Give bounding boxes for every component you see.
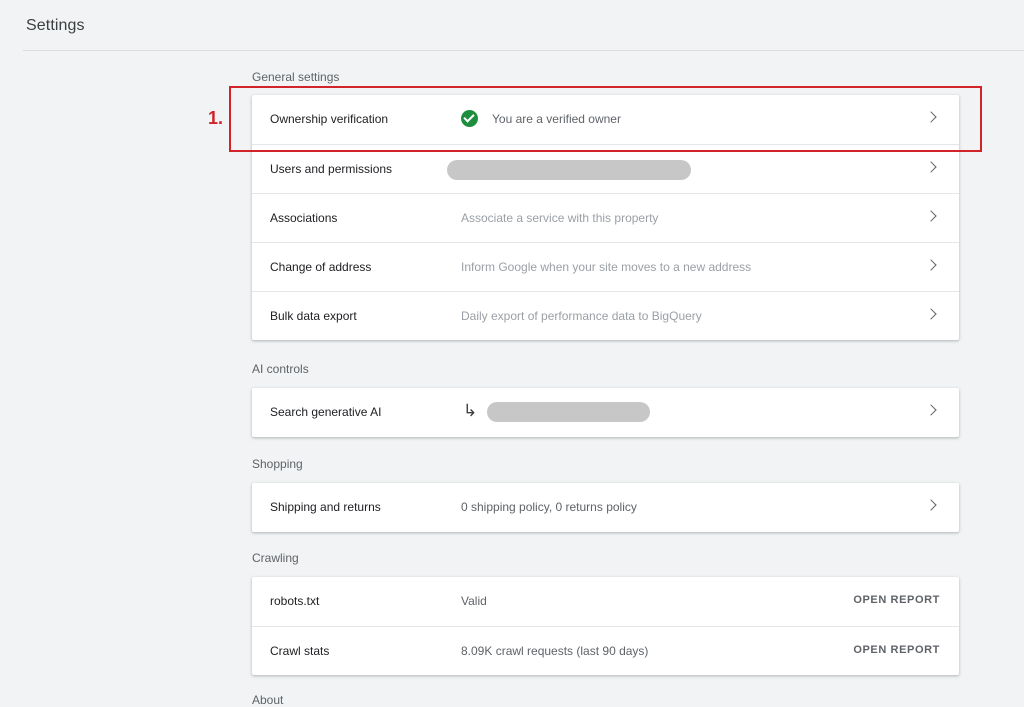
chevron-right-icon[interactable] (925, 161, 937, 173)
chevron-right-icon[interactable] (925, 499, 937, 511)
row-bulk-data-export[interactable]: Bulk data export Daily export of perform… (252, 291, 959, 340)
open-report-button[interactable]: OPEN REPORT (853, 644, 940, 656)
row-description: Associate a service with this property (461, 211, 659, 225)
page-title: Settings (26, 17, 85, 34)
subdirectory-arrow-icon: ↳ (463, 401, 478, 421)
row-crawl-stats: Crawl stats 8.09K crawl requests (last 9… (252, 626, 959, 675)
row-label: robots.txt (270, 594, 320, 608)
section-title-shopping: Shopping (252, 457, 303, 471)
row-label: Crawl stats (270, 644, 330, 658)
ai-controls-card: Search generative AI ↳ (252, 388, 959, 437)
page-header: Settings (0, 0, 1024, 50)
row-description: 0 shipping policy, 0 returns policy (461, 500, 637, 514)
row-change-of-address[interactable]: Change of address Inform Google when you… (252, 242, 959, 291)
row-description: Valid (461, 594, 487, 608)
row-label: Bulk data export (270, 309, 357, 323)
redacted-users-list (447, 160, 691, 180)
section-title-crawling: Crawling (252, 551, 299, 565)
chevron-right-icon[interactable] (925, 308, 937, 320)
redacted-ai-value (487, 402, 650, 422)
header-divider (23, 50, 1024, 51)
annotation-step-label: 1. (208, 108, 224, 128)
chevron-right-icon[interactable] (925, 210, 937, 222)
row-label: Search generative AI (270, 405, 382, 419)
row-description: 8.09K crawl requests (last 90 days) (461, 644, 649, 658)
row-description: Daily export of performance data to BigQ… (461, 309, 702, 323)
row-label: Associations (270, 211, 338, 225)
shopping-card: Shipping and returns 0 shipping policy, … (252, 483, 959, 532)
chevron-right-icon[interactable] (925, 404, 937, 416)
row-search-generative-ai[interactable]: Search generative AI ↳ (252, 388, 959, 437)
row-robots-txt: robots.txt Valid OPEN REPORT (252, 577, 959, 626)
chevron-right-icon[interactable] (925, 259, 937, 271)
section-title-ai-controls: AI controls (252, 362, 309, 376)
section-title-general: General settings (252, 70, 340, 84)
row-associations[interactable]: Associations Associate a service with th… (252, 193, 959, 242)
row-label: Shipping and returns (270, 500, 381, 514)
annotation-highlight-box (229, 86, 982, 152)
row-label: Users and permissions (270, 162, 393, 176)
open-report-button[interactable]: OPEN REPORT (853, 594, 940, 606)
crawling-card: robots.txt Valid OPEN REPORT Crawl stats… (252, 577, 959, 675)
section-title-about: About (252, 693, 284, 707)
row-description: Inform Google when your site moves to a … (461, 260, 752, 274)
row-shipping-and-returns[interactable]: Shipping and returns 0 shipping policy, … (252, 483, 959, 532)
row-label: Change of address (270, 260, 372, 274)
